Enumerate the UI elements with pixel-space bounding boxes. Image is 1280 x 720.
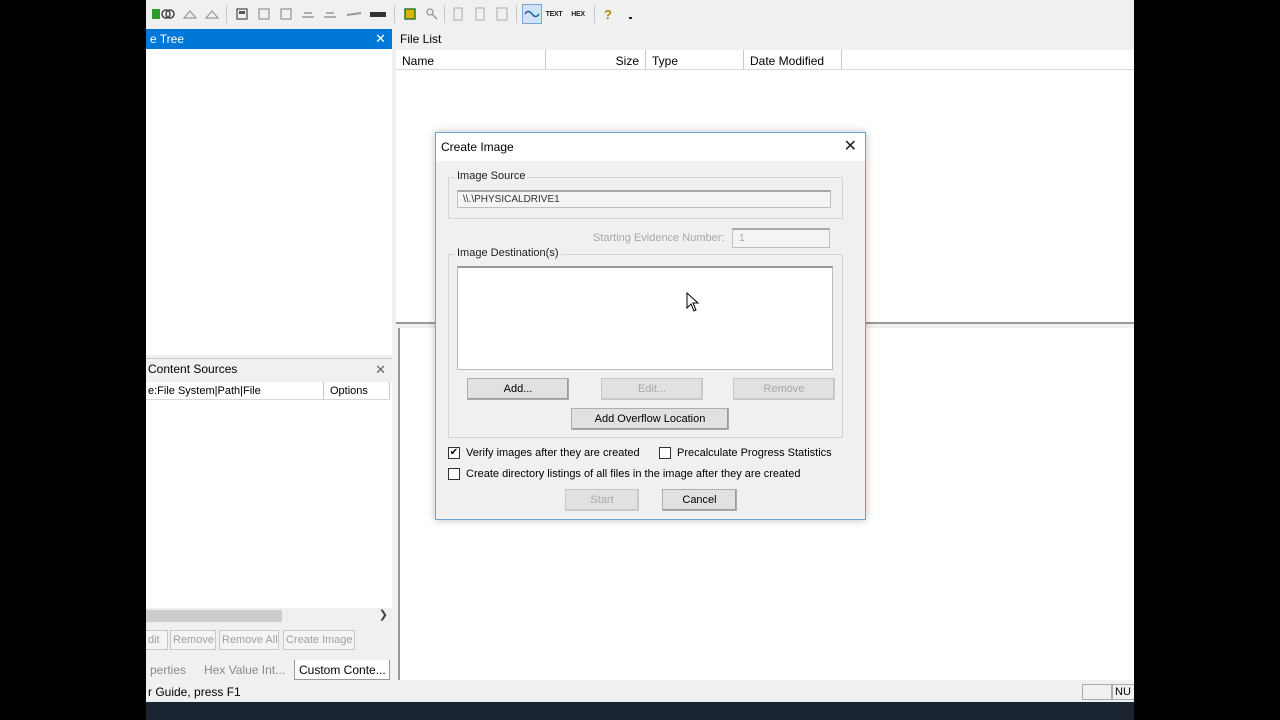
cancel-button[interactable]: Cancel [662,489,737,511]
image-source-group: Image Source \\.\PHYSICALDRIVE1 [448,170,843,219]
status-num-indicator: NU [1112,684,1134,700]
column-path[interactable]: e:File System|Path|File [146,382,324,400]
add-to-custom-content-icon[interactable] [298,4,318,24]
toolbar-overflow-icon[interactable] [620,4,640,24]
image-destinations-group: Image Destination(s) Add... Edit... Remo… [448,247,843,438]
scrollbar-thumb[interactable] [146,610,282,622]
check-icon: ✔ [449,447,459,458]
remove-destination-button[interactable]: Remove [733,378,835,400]
close-icon[interactable]: ✕ [844,136,857,156]
image-destinations-list[interactable] [457,266,833,370]
precalculate-stats-row[interactable]: Precalculate Progress Statistics [659,447,832,459]
remove-evidence-icon[interactable] [202,4,222,24]
text-view-icon[interactable]: TEXT [544,4,564,24]
directory-listings-row[interactable]: Create directory listings of all files i… [448,468,800,480]
auto-view-icon[interactable] [522,4,542,24]
content-sources-buttons: dit Remove Remove All Create Image [146,628,392,652]
column-name[interactable]: Name [396,50,546,70]
column-size[interactable]: Size [546,50,646,70]
content-sources-header: Content Sources ✕ [146,358,392,380]
export-directory-listing-icon[interactable] [492,4,512,24]
add-all-drives-icon[interactable] [158,4,178,24]
starting-evidence-field: 1 [732,228,830,248]
edit-button[interactable]: dit [146,630,168,650]
create-custom-content-icon[interactable] [320,4,340,24]
create-image-dialog: Create Image ✕ Image Source \\.\PHYSICAL… [435,132,866,520]
chevron-right-icon[interactable]: ❯ [379,608,388,621]
image-mounting-icon[interactable] [180,4,200,24]
tab-hex-value-interpreter[interactable]: Hex Value Int... [200,660,292,680]
edit-destination-button[interactable]: Edit... [601,378,703,400]
create-image-button[interactable]: Create Image [283,630,355,650]
obtain-protected-files-icon[interactable] [400,4,420,24]
status-text: r Guide, press F1 [148,685,241,699]
bottom-tabs: perties Hex Value Int... Custom Conte... [146,658,392,682]
column-options[interactable]: Options [324,382,390,400]
detect-encryption-icon[interactable] [422,4,442,24]
help-icon[interactable]: ? [598,4,618,24]
dialog-titlebar[interactable]: Create Image ✕ [436,133,865,161]
status-indicator-blank [1082,684,1112,700]
close-icon[interactable]: ✕ [375,362,386,378]
start-button[interactable]: Start [565,489,639,511]
toolbar: TEXT HEX ? [146,0,1134,28]
evidence-tree-panel[interactable] [146,49,392,355]
close-icon[interactable]: ✕ [375,31,386,47]
export-logical-image-icon[interactable] [276,4,296,24]
directory-listings-label: Create directory listings of all files i… [466,468,801,480]
export-disk-image-icon[interactable] [254,4,274,24]
column-filler [842,50,1134,70]
evidence-tree-header[interactable]: e Tree ✕ [146,29,392,49]
memory-capture-icon[interactable] [368,4,388,24]
decrypt-icon[interactable] [344,4,364,24]
image-destinations-label: Image Destination(s) [455,247,561,259]
taskbar [146,702,1134,720]
verify-images-label: Verify images after they are created [466,447,640,459]
image-source-label: Image Source [455,170,528,182]
directory-listings-checkbox[interactable] [448,468,460,480]
mouse-cursor-icon [686,292,700,312]
file-list-header: File List [396,29,1134,49]
status-bar: r Guide, press F1 NU [146,682,1134,702]
verify-images-row[interactable]: ✔ Verify images after they are created [448,447,640,459]
column-type[interactable]: Type [646,50,744,70]
remove-all-button[interactable]: Remove All [219,630,279,650]
add-overflow-location-button[interactable]: Add Overflow Location [571,408,729,430]
dialog-title: Create Image [441,140,514,154]
image-source-field: \\.\PHYSICALDRIVE1 [457,190,831,208]
verify-images-checkbox[interactable]: ✔ [448,447,460,459]
add-destination-button[interactable]: Add... [467,378,569,400]
export-files-icon[interactable] [448,4,468,24]
precalculate-stats-label: Precalculate Progress Statistics [677,447,832,459]
export-file-hash-icon[interactable] [470,4,490,24]
remove-button[interactable]: Remove [170,630,216,650]
column-date-modified[interactable]: Date Modified [744,50,842,70]
svg-text:?: ? [604,7,612,21]
tab-properties[interactable]: perties [146,660,196,680]
create-disk-image-icon[interactable] [232,4,252,24]
hex-view-icon[interactable]: HEX [568,4,588,24]
horizontal-scrollbar[interactable]: ❯ [146,608,392,624]
tab-custom-content-sources[interactable]: Custom Conte... [294,660,390,680]
precalculate-stats-checkbox[interactable] [659,447,671,459]
content-sources-panel[interactable]: e:File System|Path|File Options [146,382,392,608]
starting-evidence-label: Starting Evidence Number: [593,232,725,244]
